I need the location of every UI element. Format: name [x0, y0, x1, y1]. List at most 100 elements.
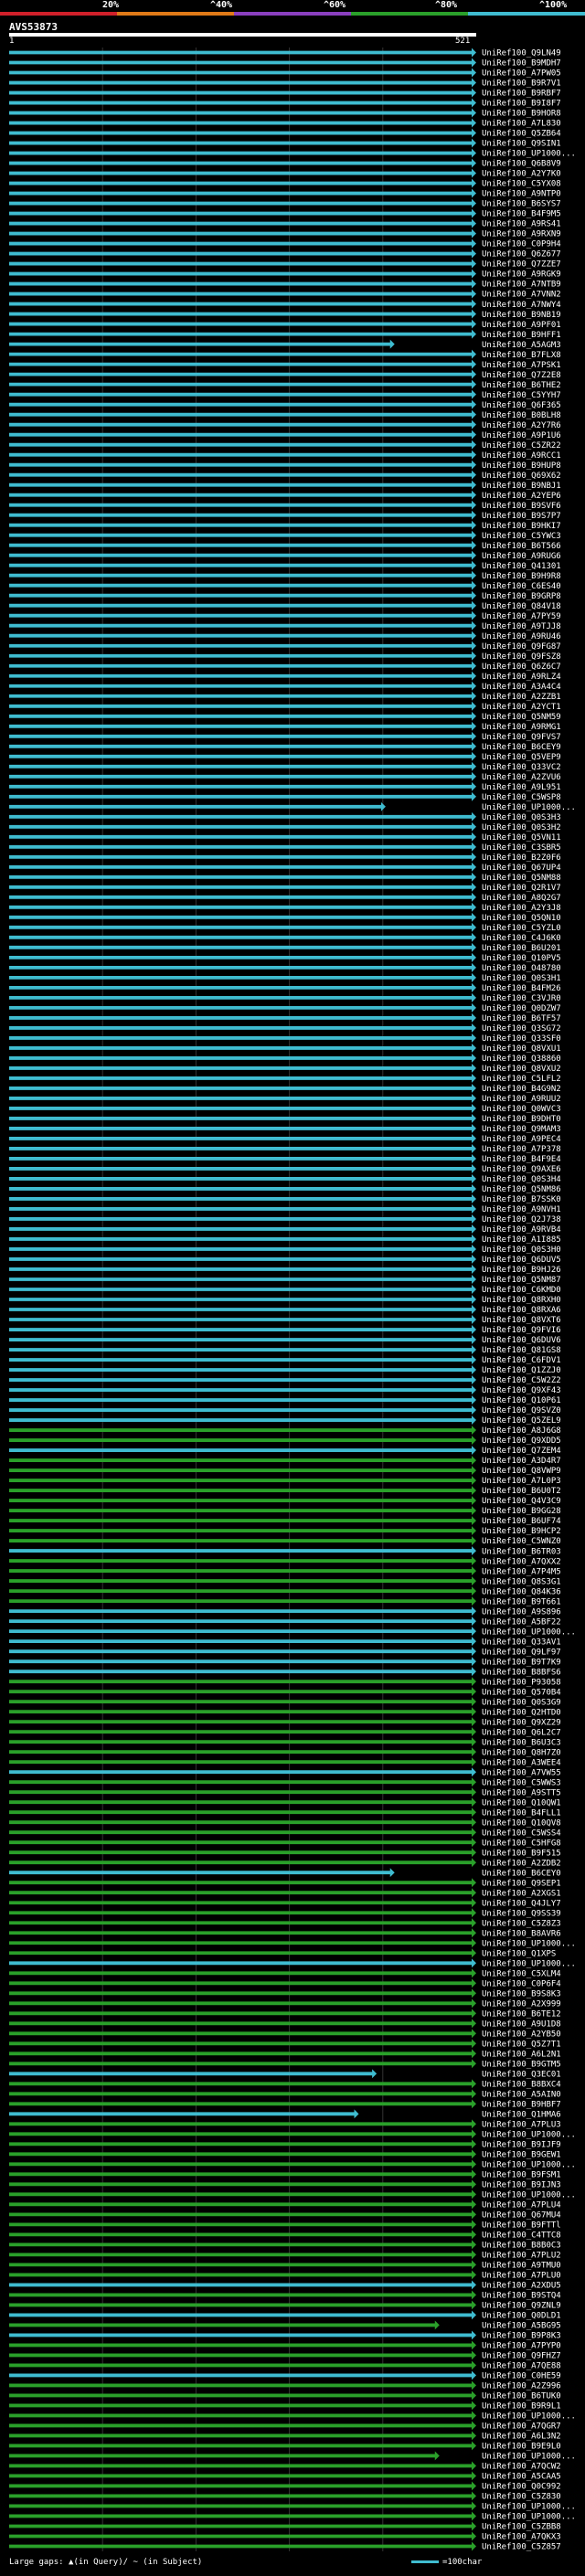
hit-label[interactable]: UniRef100_Q9XDD5	[482, 1436, 561, 1446]
hit-label[interactable]: UniRef100_A6L3N2	[482, 2433, 561, 2442]
hit-label[interactable]: UniRef100_Q0S3H3	[482, 813, 561, 822]
hit-label[interactable]: UniRef100_Q7ZEM4	[482, 1447, 561, 1456]
hit-label[interactable]: UniRef100_B9GG28	[482, 1507, 561, 1516]
hit-label[interactable]: UniRef100_A2YCT1	[482, 703, 561, 712]
hit-label[interactable]: UniRef100_A7QCW2	[482, 2463, 561, 2472]
hit-label[interactable]: UniRef100_B9STQ4	[482, 2292, 561, 2301]
hit-label[interactable]: UniRef100_Q9SS39	[482, 1909, 561, 1918]
hit-label[interactable]: UniRef100_Q8VXU2	[482, 1065, 561, 1074]
hit-label[interactable]: UniRef100_Q5VEP9	[482, 753, 561, 762]
hit-label[interactable]: UniRef100_A9NTP0	[482, 190, 561, 199]
hit-label[interactable]: UniRef100_C6ES40	[482, 582, 561, 591]
hit-label[interactable]: UniRef100_Q6B8V9	[482, 160, 561, 169]
hit-label[interactable]: UniRef100_C0P9H4	[482, 240, 561, 249]
hit-label[interactable]: UniRef100_B4F9E4	[482, 1155, 561, 1164]
hit-label[interactable]: UniRef100_Q4JLY7	[482, 1899, 561, 1908]
hit-label[interactable]: UniRef100_Q9ZNL9	[482, 2302, 561, 2311]
hit-label[interactable]: UniRef100_Q4V3C9	[482, 1497, 561, 1506]
hit-label[interactable]: UniRef100_C5WWS3	[482, 1778, 561, 1787]
hit-label[interactable]: UniRef100_Q9XF43	[482, 1386, 561, 1395]
hit-label[interactable]: UniRef100_Q10PV5	[482, 954, 561, 963]
hit-label[interactable]: UniRef100_B9R7V1	[482, 80, 561, 89]
hit-label[interactable]: UniRef100_B6TR03	[482, 1547, 561, 1556]
hit-label[interactable]: UniRef100_B7FLX8	[482, 351, 561, 360]
hit-label[interactable]: UniRef100_A5AGM3	[482, 341, 561, 350]
hit-label[interactable]: UniRef100_A5CAA5	[482, 2473, 561, 2482]
hit-label[interactable]: UniRef100_B2Z0F6	[482, 853, 561, 863]
hit-label[interactable]: UniRef100_B6THE2	[482, 381, 561, 390]
hit-label[interactable]: UniRef100_UP1000...	[482, 150, 576, 159]
hit-label[interactable]: UniRef100_A2Z996	[482, 2382, 561, 2391]
hit-label[interactable]: UniRef100_A7PLU0	[482, 2272, 561, 2281]
hit-label[interactable]: UniRef100_C3VJR0	[482, 994, 561, 1003]
hit-label[interactable]: UniRef100_Q67MU4	[482, 2211, 561, 2221]
hit-label[interactable]: UniRef100_Q10QW1	[482, 1798, 561, 1807]
hit-label[interactable]: UniRef100_C5WSP8	[482, 793, 561, 802]
hit-label[interactable]: UniRef100_C5WNZ0	[482, 1537, 561, 1546]
hit-label[interactable]: UniRef100_C5ZBB8	[482, 2523, 561, 2532]
hit-label[interactable]: UniRef100_Q9XZ29	[482, 1718, 561, 1727]
hit-label[interactable]: UniRef100_A7P4M5	[482, 1567, 561, 1576]
hit-label[interactable]: UniRef100_B6UF74	[482, 1517, 561, 1526]
hit-label[interactable]: UniRef100_Q9LF97	[482, 1648, 561, 1657]
hit-label[interactable]: UniRef100_A7PLU3	[482, 2120, 561, 2129]
hit-label[interactable]: UniRef100_B9NBJ1	[482, 482, 561, 491]
hit-label[interactable]: UniRef100_A7VNN2	[482, 291, 561, 300]
hit-label[interactable]: UniRef100_UP1000...	[482, 2412, 576, 2422]
hit-label[interactable]: UniRef100_B9HBF7	[482, 2100, 561, 2109]
hit-label[interactable]: UniRef100_Q2R1V7	[482, 884, 561, 893]
hit-label[interactable]: UniRef100_Q9SVZ0	[482, 1406, 561, 1415]
hit-label[interactable]: UniRef100_B9I8F7	[482, 100, 561, 109]
hit-label[interactable]: UniRef100_A7P378	[482, 1145, 561, 1154]
hit-label[interactable]: UniRef100_Q9LN49	[482, 49, 561, 58]
hit-label[interactable]: UniRef100_B9HCP2	[482, 1527, 561, 1536]
hit-label[interactable]: UniRef100_A9STT5	[482, 1788, 561, 1797]
hit-label[interactable]: UniRef100_C5WSS4	[482, 1829, 561, 1838]
hit-label[interactable]: UniRef100_Q6DUV5	[482, 1256, 561, 1265]
hit-label[interactable]: UniRef100_Q0S3G9	[482, 1698, 561, 1707]
hit-label[interactable]: UniRef100_UP1000...	[482, 1627, 576, 1637]
hit-label[interactable]: UniRef100_B6U0T2	[482, 1487, 561, 1496]
hit-label[interactable]: UniRef100_Q0S3H1	[482, 974, 561, 983]
hit-label[interactable]: UniRef100_A3D4R7	[482, 1457, 561, 1466]
hit-label[interactable]: UniRef100_B9HKI7	[482, 522, 561, 531]
hit-label[interactable]: UniRef100_C5W2Z2	[482, 1376, 561, 1385]
hit-label[interactable]: UniRef100_B6TE12	[482, 2009, 561, 2019]
hit-label[interactable]: UniRef100_Q7Z2E8	[482, 371, 561, 380]
hit-label[interactable]: UniRef100_C5Z8Z3	[482, 1919, 561, 1928]
hit-label[interactable]: UniRef100_Q6DUV6	[482, 1336, 561, 1345]
hit-label[interactable]: UniRef100_A8J6G8	[482, 1426, 561, 1436]
hit-label[interactable]: UniRef100_B6TF57	[482, 1014, 561, 1023]
hit-label[interactable]: UniRef100_B8BXC4	[482, 2080, 561, 2089]
hit-label[interactable]: UniRef100_Q5VN11	[482, 833, 561, 843]
hit-label[interactable]: UniRef100_Q33SF0	[482, 1034, 561, 1044]
hit-label[interactable]: UniRef100_Q8VWP9	[482, 1467, 561, 1476]
hit-label[interactable]: UniRef100_A6L2N1	[482, 2050, 561, 2059]
hit-label[interactable]: UniRef100_UP1000...	[482, 1959, 576, 1968]
hit-label[interactable]: UniRef100_A1I885	[482, 1235, 561, 1245]
hit-label[interactable]: UniRef100_Q3EC01	[482, 2070, 561, 2079]
hit-label[interactable]: UniRef100_B9HFF1	[482, 331, 561, 340]
hit-label[interactable]: UniRef100_Q9FSZ8	[482, 652, 561, 662]
hit-label[interactable]: UniRef100_UP1000...	[482, 2130, 576, 2139]
hit-label[interactable]: UniRef100_Q1XPS	[482, 1949, 556, 1958]
hit-label[interactable]: UniRef100_Q5QN10	[482, 914, 561, 923]
hit-label[interactable]: UniRef100_A2XGS1	[482, 1889, 561, 1898]
hit-label[interactable]: UniRef100_A9RUU2	[482, 1095, 561, 1104]
hit-label[interactable]: UniRef100_Q0DLD1	[482, 2312, 561, 2321]
hit-label[interactable]: UniRef100_UP1000...	[482, 1939, 576, 1948]
hit-label[interactable]: UniRef100_A7QGR7	[482, 2422, 561, 2432]
hit-label[interactable]: UniRef100_Q10QV8	[482, 1818, 561, 1828]
hit-label[interactable]: UniRef100_A9RXN9	[482, 230, 561, 239]
hit-label[interactable]: UniRef100_A7L830	[482, 120, 561, 129]
hit-label[interactable]: UniRef100_Q0S3H4	[482, 1175, 561, 1184]
hit-label[interactable]: UniRef100_Q6Z6C7	[482, 663, 561, 672]
hit-label[interactable]: UniRef100_Q3SG72	[482, 1024, 561, 1034]
hit-label[interactable]: UniRef100_C4J6K0	[482, 934, 561, 943]
hit-label[interactable]: UniRef100_Q1HMA6	[482, 2110, 561, 2119]
hit-label[interactable]: UniRef100_Q2HTD0	[482, 1708, 561, 1717]
hit-label[interactable]: UniRef100_A7VW55	[482, 1768, 561, 1777]
hit-label[interactable]: UniRef100_Q5ZEL9	[482, 1416, 561, 1426]
hit-label[interactable]: UniRef100_B6CEY0	[482, 1869, 561, 1878]
hit-label[interactable]: UniRef100_B9SVF6	[482, 502, 561, 511]
